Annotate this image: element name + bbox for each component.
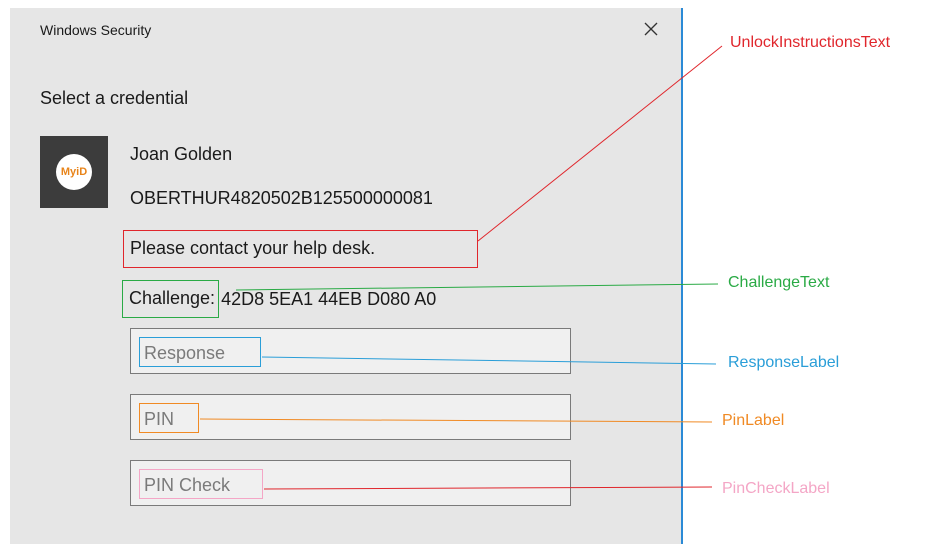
challenge-value: 42D8 5EA1 44EB D080 A0 <box>221 288 437 309</box>
challenge-row: Challenge: 42D8 5EA1 44EB D080 A0 <box>122 280 436 318</box>
annotation-pin-check-label: PinCheckLabel <box>722 480 830 497</box>
close-button[interactable] <box>638 16 664 42</box>
unlock-instructions-text: Please contact your help desk. <box>123 230 478 268</box>
annotation-challenge-text: ChallengeText <box>728 274 830 291</box>
myid-logo-icon: MyiD <box>56 154 92 190</box>
pin-field[interactable]: PIN <box>130 394 571 440</box>
avatar: MyiD <box>40 136 108 208</box>
select-credential-heading: Select a credential <box>40 88 189 108</box>
card-id: OBERTHUR4820502B125500000081 <box>130 188 433 208</box>
pin-check-label: PIN Check <box>139 469 263 499</box>
windows-security-dialog: Windows Security Select a credential Myi… <box>10 8 683 544</box>
annotation-pin-label: PinLabel <box>722 412 785 429</box>
annotation-response-label: ResponseLabel <box>728 354 840 371</box>
response-field[interactable]: Response <box>130 328 571 374</box>
user-name: Joan Golden <box>130 144 233 164</box>
screenshot-stage: Windows Security Select a credential Myi… <box>0 0 941 544</box>
annotation-unlock-instructions: UnlockInstructionsText <box>730 34 891 51</box>
response-label: Response <box>139 337 261 367</box>
challenge-label: Challenge: <box>122 280 220 318</box>
pin-label: PIN <box>139 403 199 433</box>
close-icon <box>644 22 658 36</box>
dialog-title: Windows Security <box>40 22 152 38</box>
pin-check-field[interactable]: PIN Check <box>130 460 571 506</box>
